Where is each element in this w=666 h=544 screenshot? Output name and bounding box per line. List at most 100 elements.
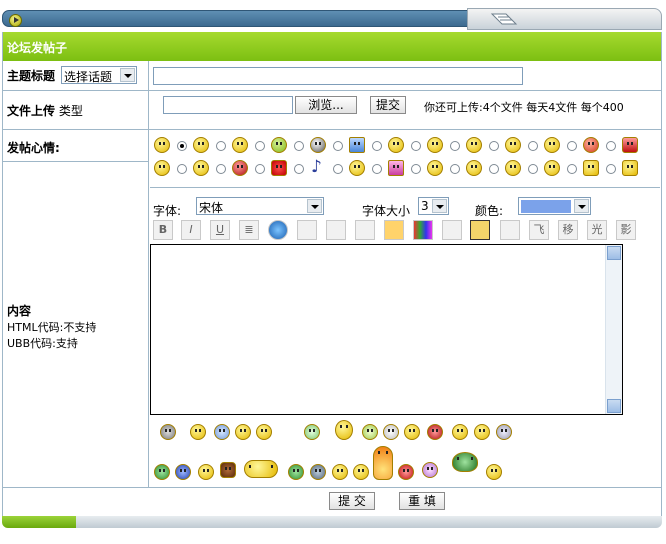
globe-icon[interactable] bbox=[268, 220, 288, 240]
thumbs-down-icon[interactable] bbox=[583, 160, 599, 176]
mood-radio[interactable] bbox=[177, 164, 187, 174]
emoticon-icon[interactable] bbox=[383, 424, 399, 440]
mood-frown-icon[interactable] bbox=[505, 160, 521, 176]
emoticon-icon[interactable] bbox=[304, 424, 320, 440]
emoticon-icon[interactable] bbox=[353, 464, 369, 480]
scroll-down-icon[interactable] bbox=[607, 399, 621, 413]
mood-smile-icon[interactable] bbox=[154, 137, 170, 153]
upload-submit-button[interactable]: 提交 bbox=[370, 96, 406, 114]
emoticon-icon[interactable] bbox=[288, 464, 304, 480]
mood-radio[interactable] bbox=[372, 141, 382, 151]
mood-radio[interactable] bbox=[567, 141, 577, 151]
mood-radio[interactable] bbox=[411, 141, 421, 151]
mood-radio[interactable] bbox=[606, 164, 616, 174]
mood-laugh-icon[interactable] bbox=[349, 160, 365, 176]
color-select[interactable] bbox=[518, 197, 591, 215]
mood-angry-icon[interactable] bbox=[232, 137, 248, 153]
emoticon-icon[interactable] bbox=[452, 424, 468, 440]
mood-wink-icon[interactable] bbox=[388, 137, 404, 153]
angel-icon[interactable] bbox=[244, 460, 278, 478]
emoticon-icon[interactable] bbox=[398, 464, 414, 480]
browse-button[interactable]: 浏览... bbox=[295, 96, 357, 114]
content-textarea[interactable] bbox=[150, 244, 623, 415]
emoticon-icon[interactable] bbox=[235, 424, 251, 440]
reset-button[interactable]: 重 填 bbox=[399, 492, 445, 510]
emoticon-icon[interactable] bbox=[486, 464, 502, 480]
font-size-select[interactable]: 3 bbox=[418, 197, 449, 215]
mood-oh-icon[interactable] bbox=[505, 137, 521, 153]
mood-radio[interactable] bbox=[216, 141, 226, 151]
emoticon-icon[interactable] bbox=[190, 424, 206, 440]
emoticon-icon[interactable] bbox=[496, 424, 512, 440]
emoticon-icon[interactable] bbox=[474, 424, 490, 440]
email-icon[interactable]: ✉ bbox=[297, 220, 317, 240]
computer-icon[interactable] bbox=[349, 137, 365, 153]
mood-radio[interactable] bbox=[255, 141, 265, 151]
emoticon-icon[interactable] bbox=[220, 462, 236, 478]
emoticon-icon[interactable] bbox=[160, 424, 176, 440]
glow-text-button[interactable]: 光 bbox=[587, 220, 607, 240]
mood-radio[interactable] bbox=[489, 141, 499, 151]
mood-radio[interactable] bbox=[294, 141, 304, 151]
broken-heart-icon[interactable] bbox=[622, 137, 638, 153]
mood-shock-icon[interactable] bbox=[193, 160, 209, 176]
mood-grin-icon[interactable] bbox=[427, 137, 443, 153]
soccer-ball-icon[interactable] bbox=[310, 137, 326, 153]
mood-neutral-icon[interactable] bbox=[466, 137, 482, 153]
mood-think-icon[interactable] bbox=[427, 160, 443, 176]
quote-icon[interactable] bbox=[500, 220, 520, 240]
heart-icon[interactable] bbox=[271, 160, 287, 176]
mood-radio[interactable] bbox=[411, 164, 421, 174]
emoticon-icon[interactable] bbox=[332, 464, 348, 480]
media-icon[interactable] bbox=[355, 220, 375, 240]
mood-glasses-icon[interactable] bbox=[193, 137, 209, 153]
scroll-up-icon[interactable] bbox=[607, 246, 621, 260]
emoticon-icon[interactable] bbox=[452, 452, 478, 472]
emoticon-icon[interactable] bbox=[214, 424, 230, 440]
mood-radio[interactable] bbox=[450, 164, 460, 174]
mood-radio[interactable] bbox=[372, 164, 382, 174]
emoticon-icon[interactable] bbox=[198, 464, 214, 480]
emoticon-icon[interactable] bbox=[335, 420, 353, 440]
mood-radio[interactable] bbox=[294, 164, 304, 174]
emoticon-icon[interactable] bbox=[310, 464, 326, 480]
emoticon-icon[interactable] bbox=[175, 464, 191, 480]
mood-radio[interactable] bbox=[450, 141, 460, 151]
move-text-button[interactable]: 移 bbox=[558, 220, 578, 240]
download-icon[interactable] bbox=[384, 220, 404, 240]
mood-teeth-icon[interactable] bbox=[466, 160, 482, 176]
emoticon-icon[interactable] bbox=[427, 424, 443, 440]
italic-button[interactable]: I bbox=[181, 220, 201, 240]
emoticon-icon[interactable] bbox=[362, 424, 378, 440]
submit-post-button[interactable]: 提 交 bbox=[329, 492, 375, 510]
align-center-button[interactable]: ≣ bbox=[239, 220, 259, 240]
mood-radio[interactable] bbox=[255, 164, 265, 174]
mood-sick-icon[interactable] bbox=[271, 137, 287, 153]
mood-radio[interactable] bbox=[567, 164, 577, 174]
mood-radio[interactable] bbox=[333, 141, 343, 151]
music-note-icon[interactable]: ♪ bbox=[311, 157, 322, 177]
fly-text-button[interactable]: 飞 bbox=[529, 220, 549, 240]
mood-radio[interactable] bbox=[606, 141, 616, 151]
eye-icon[interactable] bbox=[442, 220, 462, 240]
image-icon[interactable] bbox=[470, 220, 490, 240]
wave-icon[interactable] bbox=[413, 220, 433, 240]
bold-button[interactable]: B bbox=[153, 220, 173, 240]
textarea-scrollbar[interactable] bbox=[605, 245, 622, 414]
mood-radio[interactable] bbox=[489, 164, 499, 174]
emoticon-icon[interactable] bbox=[256, 424, 272, 440]
file-path-input[interactable] bbox=[163, 96, 293, 114]
devil-icon[interactable] bbox=[232, 160, 248, 176]
subject-input[interactable] bbox=[153, 67, 523, 85]
mood-radio[interactable] bbox=[333, 164, 343, 174]
topic-select[interactable]: 选择话题 bbox=[61, 66, 137, 84]
mood-cool-icon[interactable] bbox=[544, 160, 560, 176]
mood-radio[interactable] bbox=[177, 141, 187, 151]
gift-icon[interactable] bbox=[388, 160, 404, 176]
mood-radio[interactable] bbox=[528, 164, 538, 174]
mood-radio[interactable] bbox=[216, 164, 226, 174]
mood-radio[interactable] bbox=[528, 141, 538, 151]
mood-mad-icon[interactable] bbox=[583, 137, 599, 153]
shadow-text-button[interactable]: 影 bbox=[616, 220, 636, 240]
flower-icon[interactable] bbox=[422, 462, 438, 478]
